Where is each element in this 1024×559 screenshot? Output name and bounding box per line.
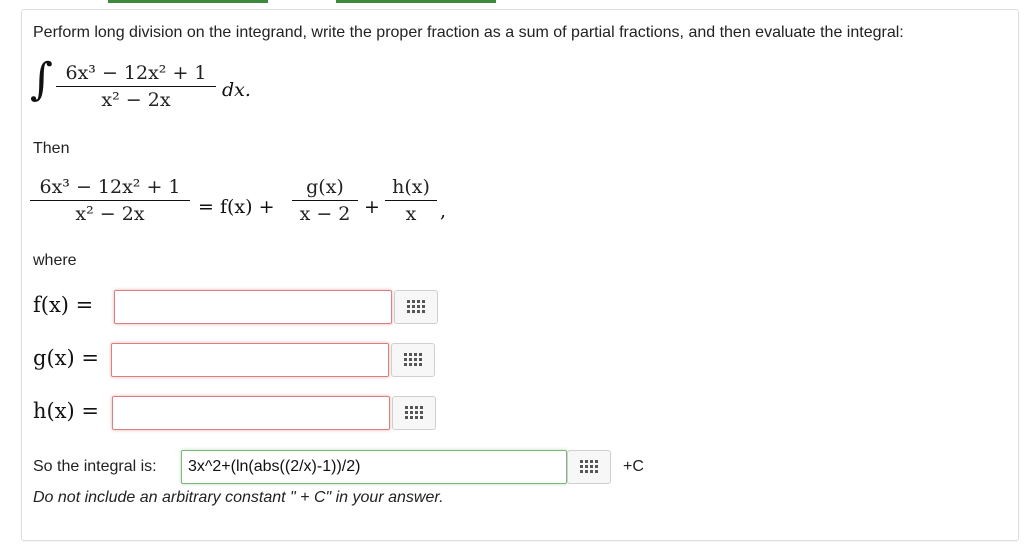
integrand-denominator: x² − 2x — [101, 89, 171, 111]
constant-suffix: +C — [623, 458, 644, 475]
h-fraction: h(x) x — [385, 176, 437, 225]
where-label: where — [33, 252, 77, 269]
keypad-icon — [405, 406, 423, 419]
g-input[interactable] — [111, 343, 389, 377]
g-denominator: x − 2 — [299, 203, 351, 225]
question-panel: Perform long division on the integrand, … — [21, 9, 1019, 541]
f-input[interactable] — [114, 290, 392, 324]
lhs-numerator: 6x³ − 12x² + 1 — [39, 176, 181, 198]
equals-f-term: = f(x) + — [198, 196, 275, 218]
f-label: f(x) = — [33, 293, 94, 317]
keypad-icon — [580, 460, 598, 473]
g-label: g(x) = — [33, 346, 99, 370]
integral-sign: ∫ — [30, 54, 53, 105]
keypad-icon — [407, 300, 425, 313]
integrand-fraction: 6x³ − 12x² + 1 x² − 2x — [56, 62, 216, 111]
lhs-denominator: x² − 2x — [75, 203, 145, 225]
g-numerator: g(x) — [306, 176, 344, 198]
lhs-fraction: 6x³ − 12x² + 1 x² − 2x — [30, 176, 190, 225]
h-input[interactable] — [112, 396, 390, 430]
status-bar-left — [108, 0, 268, 3]
f-keypad-button[interactable] — [394, 290, 438, 324]
answer-input[interactable]: 3x^2+(ln(abs((2/x)-1))/2) — [181, 450, 567, 484]
g-keypad-button[interactable] — [391, 343, 435, 377]
h-label: h(x) = — [33, 399, 100, 423]
h-numerator: h(x) — [392, 176, 430, 198]
answer-note: Do not include an arbitrary constant " +… — [33, 489, 444, 506]
h-keypad-button[interactable] — [392, 396, 436, 430]
keypad-icon — [404, 353, 422, 366]
integrand-numerator: 6x³ − 12x² + 1 — [65, 62, 207, 84]
h-denominator: x — [405, 203, 417, 225]
then-label: Then — [33, 140, 70, 157]
integral-differential: dx. — [222, 79, 251, 101]
status-bar-right — [336, 0, 496, 3]
answer-label: So the integral is: — [33, 458, 157, 475]
equation-comma: , — [440, 200, 447, 222]
g-fraction: g(x) x − 2 — [292, 176, 358, 225]
question-prompt: Perform long division on the integrand, … — [33, 24, 904, 41]
answer-keypad-button[interactable] — [567, 450, 611, 484]
plus-sign: + — [364, 196, 380, 218]
